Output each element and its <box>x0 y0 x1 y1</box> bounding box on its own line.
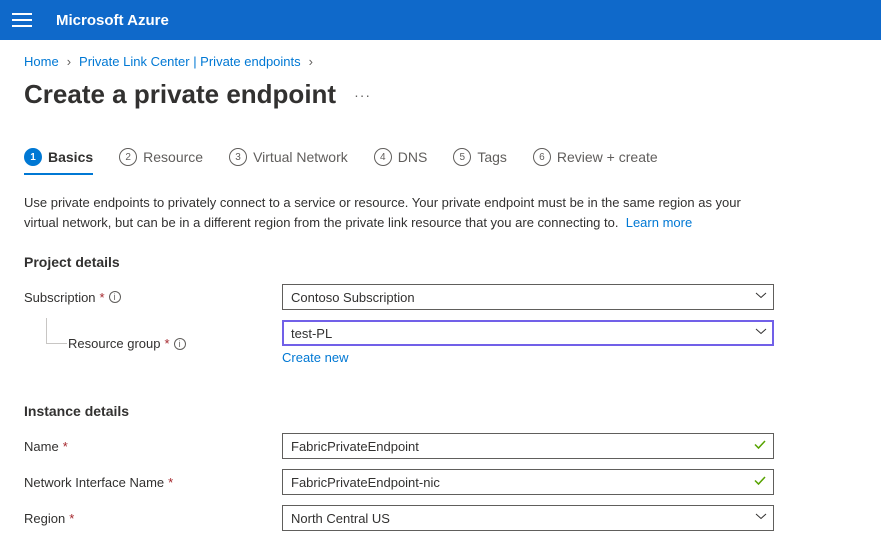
title-row: Create a private endpoint ··· <box>24 79 857 110</box>
breadcrumb-private-link-center[interactable]: Private Link Center | Private endpoints <box>79 54 301 69</box>
learn-more-link[interactable]: Learn more <box>626 215 692 230</box>
input-value: FabricPrivateEndpoint-nic <box>291 475 440 490</box>
tab-virtual-network[interactable]: 3 Virtual Network <box>229 148 348 174</box>
step-number-icon: 1 <box>24 148 42 166</box>
step-number-icon: 4 <box>374 148 392 166</box>
row-subscription: Subscription * i Contoso Subscription <box>24 284 857 310</box>
step-number-icon: 6 <box>533 148 551 166</box>
label-text: Region <box>24 511 65 526</box>
breadcrumb: Home › Private Link Center | Private end… <box>24 54 857 69</box>
section-title-instance: Instance details <box>24 403 857 419</box>
row-resource-group: Resource group * i test-PL Create new <box>24 320 857 367</box>
select-value: Contoso Subscription <box>291 290 415 305</box>
page-title: Create a private endpoint <box>24 79 336 110</box>
required-icon: * <box>69 511 74 526</box>
check-icon <box>753 474 767 491</box>
label-region: Region * <box>24 511 282 526</box>
top-bar: Microsoft Azure <box>0 0 881 40</box>
more-actions-icon[interactable]: ··· <box>354 87 371 103</box>
row-nic-name: Network Interface Name * FabricPrivateEn… <box>24 469 857 495</box>
tab-label: Review + create <box>557 149 658 165</box>
tab-tags[interactable]: 5 Tags <box>453 148 507 174</box>
tab-label: Basics <box>48 149 93 165</box>
hamburger-menu-icon[interactable] <box>12 13 32 27</box>
label-subscription: Subscription * i <box>24 290 282 305</box>
brand-label: Microsoft Azure <box>56 12 169 29</box>
required-icon: * <box>63 439 68 454</box>
name-input[interactable]: FabricPrivateEndpoint <box>282 433 774 459</box>
info-icon[interactable]: i <box>174 338 186 350</box>
label-text: Name <box>24 439 59 454</box>
breadcrumb-separator: › <box>309 54 313 69</box>
step-number-icon: 5 <box>453 148 471 166</box>
label-nic-name: Network Interface Name * <box>24 475 282 490</box>
label-text: Network Interface Name <box>24 475 164 490</box>
tab-dns[interactable]: 4 DNS <box>374 148 428 174</box>
chevron-down-icon <box>755 290 767 305</box>
tab-label: Resource <box>143 149 203 165</box>
content-area: Home › Private Link Center | Private end… <box>0 40 881 531</box>
tab-resource[interactable]: 2 Resource <box>119 148 203 174</box>
select-value: North Central US <box>291 511 390 526</box>
section-title-project: Project details <box>24 254 857 270</box>
tab-label: Virtual Network <box>253 149 348 165</box>
create-new-link[interactable]: Create new <box>282 350 348 365</box>
row-name: Name * FabricPrivateEndpoint <box>24 433 857 459</box>
required-icon: * <box>100 290 105 305</box>
row-region: Region * North Central US <box>24 505 857 531</box>
required-icon: * <box>168 475 173 490</box>
subscription-select[interactable]: Contoso Subscription <box>282 284 774 310</box>
breadcrumb-home[interactable]: Home <box>24 54 59 69</box>
info-icon[interactable]: i <box>109 291 121 303</box>
label-name: Name * <box>24 439 282 454</box>
nic-name-input[interactable]: FabricPrivateEndpoint-nic <box>282 469 774 495</box>
input-value: FabricPrivateEndpoint <box>291 439 419 454</box>
tab-label: DNS <box>398 149 428 165</box>
label-text: Subscription <box>24 290 96 305</box>
chevron-down-icon <box>755 326 767 341</box>
check-icon <box>753 438 767 455</box>
label-resource-group: Resource group * i <box>24 336 282 351</box>
select-value: test-PL <box>291 326 332 341</box>
tab-basics[interactable]: 1 Basics <box>24 148 93 174</box>
tab-review-create[interactable]: 6 Review + create <box>533 148 658 174</box>
label-text: Resource group <box>68 336 161 351</box>
tab-label: Tags <box>477 149 507 165</box>
intro-text: Use private endpoints to privately conne… <box>24 193 764 232</box>
required-icon: * <box>165 336 170 351</box>
resource-group-select[interactable]: test-PL <box>282 320 774 346</box>
step-number-icon: 2 <box>119 148 137 166</box>
chevron-down-icon <box>755 511 767 526</box>
breadcrumb-separator: › <box>67 54 71 69</box>
step-number-icon: 3 <box>229 148 247 166</box>
region-select[interactable]: North Central US <box>282 505 774 531</box>
wizard-tabs: 1 Basics 2 Resource 3 Virtual Network 4 … <box>24 148 857 175</box>
